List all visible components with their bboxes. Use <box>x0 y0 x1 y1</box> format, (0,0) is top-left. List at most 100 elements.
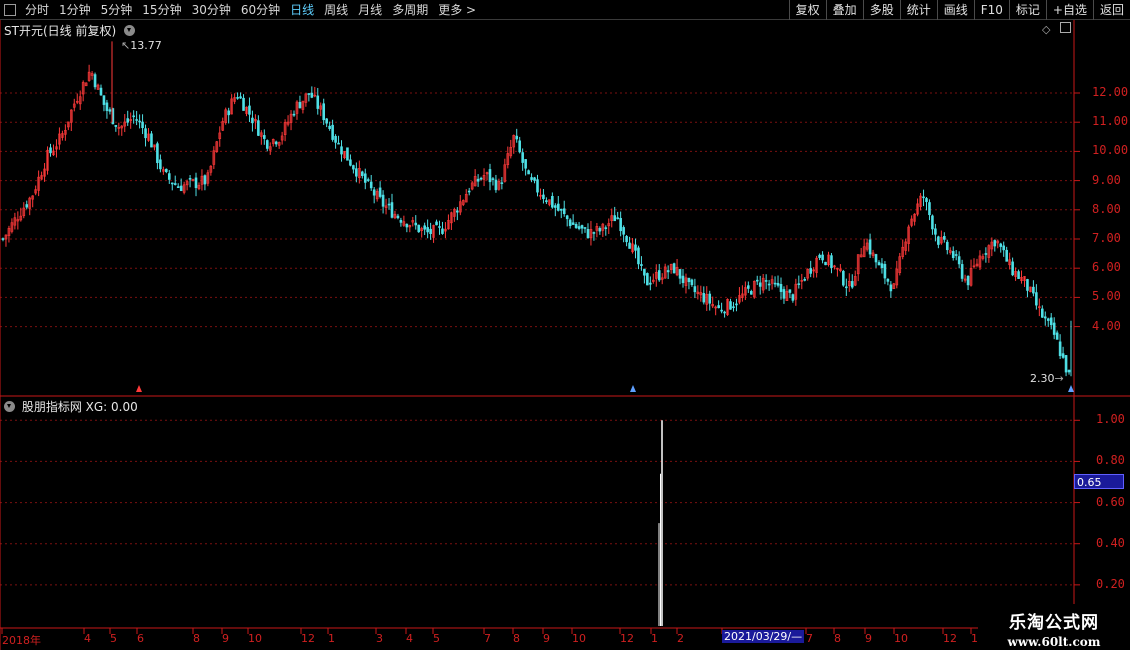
kline-chart[interactable] <box>0 0 1130 650</box>
price-tick-label: 8.00 <box>1092 201 1121 216</box>
candle <box>218 126 222 147</box>
candle-body <box>749 291 753 295</box>
date-tick-label: 6 <box>137 632 144 645</box>
candle <box>81 80 85 102</box>
candle-body <box>310 92 314 98</box>
candle <box>420 226 423 238</box>
candle-body <box>331 124 334 140</box>
candle <box>108 107 112 115</box>
candle <box>328 121 331 131</box>
candle-body <box>1 238 5 240</box>
candle <box>185 179 189 191</box>
candle <box>22 202 26 219</box>
candle <box>782 286 786 304</box>
candle <box>1026 278 1029 298</box>
candle <box>732 302 735 312</box>
candle-body <box>265 140 269 149</box>
candle-body <box>188 178 192 180</box>
candle-body <box>551 196 554 208</box>
watermark-title: 乐淘公式网 <box>1009 613 1099 633</box>
candle <box>945 239 949 255</box>
candle-body <box>298 102 302 109</box>
candle-body <box>574 223 578 228</box>
candle <box>37 170 40 197</box>
candle-body <box>646 273 649 286</box>
candle <box>500 177 504 190</box>
date-tick-label: 9 <box>865 632 872 645</box>
candle-body <box>524 159 527 169</box>
candle <box>785 285 789 301</box>
candle-body <box>634 244 637 251</box>
candle <box>236 92 239 100</box>
candle <box>316 87 320 115</box>
candle <box>693 278 697 299</box>
price-tick-label: 11.00 <box>1092 114 1129 129</box>
candle-body <box>527 170 530 175</box>
candle <box>779 277 783 300</box>
candle <box>1023 276 1026 287</box>
candle-body <box>236 97 239 99</box>
signal-marker-icon <box>136 385 142 392</box>
candle <box>652 273 655 284</box>
candle <box>245 106 248 117</box>
candle <box>592 231 596 241</box>
candle <box>1052 317 1056 340</box>
candle <box>577 221 581 231</box>
candle <box>90 71 94 80</box>
candle <box>1029 286 1032 293</box>
candle-body <box>580 225 584 229</box>
candle <box>159 154 162 173</box>
candle-body <box>598 227 602 232</box>
candle <box>770 275 774 290</box>
candle <box>372 187 376 204</box>
date-tick-label: 7 <box>806 632 813 645</box>
candle <box>114 124 118 132</box>
candle-body <box>818 254 821 258</box>
candle-body <box>25 204 29 208</box>
candle-body <box>387 203 391 206</box>
date-tick-label: 10 <box>894 632 908 645</box>
signal-marker-icon <box>1068 385 1074 392</box>
candle <box>853 270 857 287</box>
candle <box>687 277 691 290</box>
candle-body <box>194 177 198 188</box>
candle-body <box>138 120 141 123</box>
candle-body <box>334 135 337 143</box>
candle <box>153 144 156 151</box>
candle <box>559 208 563 219</box>
candle-body <box>167 173 171 180</box>
candle <box>10 218 14 234</box>
candle-body <box>441 228 444 234</box>
candle-body <box>349 159 352 166</box>
candle <box>913 213 916 226</box>
candle-body <box>429 228 432 234</box>
candle <box>847 273 851 292</box>
candle <box>752 280 756 299</box>
candle <box>254 114 257 130</box>
candle <box>1002 241 1006 257</box>
candle <box>227 107 230 124</box>
date-tick-label: 3 <box>376 632 383 645</box>
candle-body <box>156 143 159 164</box>
high-price-label: 13.77 <box>130 39 162 52</box>
candle <box>16 211 20 230</box>
candle <box>212 146 216 170</box>
candle <box>850 274 854 289</box>
candle-body <box>966 275 970 286</box>
candle-body <box>99 87 103 96</box>
candle <box>233 93 236 105</box>
candle-body <box>248 105 251 115</box>
candle <box>649 276 652 291</box>
candle <box>298 95 302 109</box>
candle <box>556 195 560 212</box>
candle-body <box>1011 261 1014 276</box>
candle <box>646 272 649 286</box>
candle <box>126 110 130 126</box>
candle <box>162 166 165 175</box>
candle <box>610 208 614 228</box>
candle <box>978 250 982 271</box>
candle <box>518 136 521 154</box>
candle <box>672 262 676 274</box>
candle <box>402 215 406 227</box>
candle <box>729 298 732 310</box>
